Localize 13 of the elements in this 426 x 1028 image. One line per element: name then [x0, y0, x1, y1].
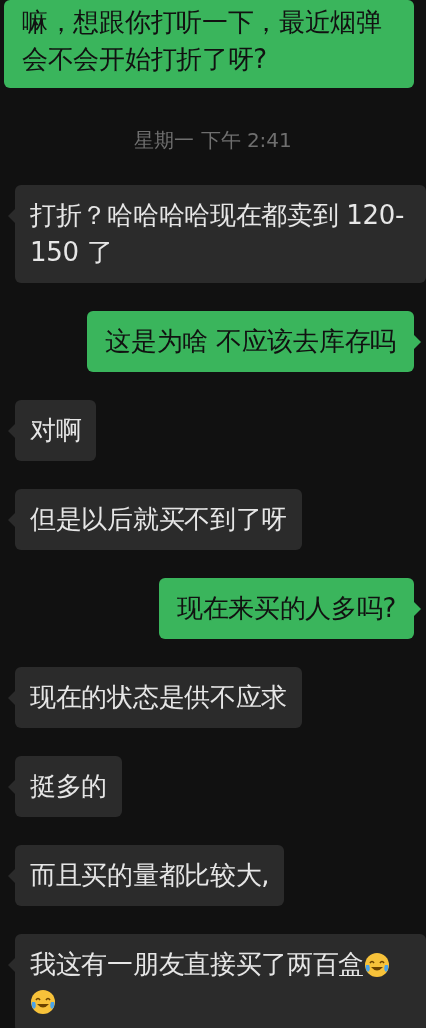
message-text: 我这有一朋友直接买了两百盒: [30, 948, 365, 981]
message-text: 但是以后就买不到了呀: [30, 503, 287, 536]
message-text: 这是为啥 不应该去库存吗: [105, 325, 396, 358]
laughing-emoji-icon: [364, 951, 391, 978]
timestamp: 星期一 下午 2:41: [134, 128, 292, 152]
message-text: 对啊: [30, 414, 82, 447]
message-text: 挺多的: [30, 770, 108, 803]
laughing-emoji-icon: [30, 988, 56, 1015]
message-text: 现在的状态是供不应求: [30, 681, 287, 714]
message-text: 现在来买的人多吗?: [176, 592, 396, 625]
message-text: 而且买的量都比较大,: [30, 859, 270, 892]
message-text: 打折？哈哈哈哈现在都卖到 120-150 了: [30, 199, 406, 269]
message-text: 嘛，想跟你打听一下，最近烟弹会不会开始打折了呀?: [22, 6, 383, 76]
